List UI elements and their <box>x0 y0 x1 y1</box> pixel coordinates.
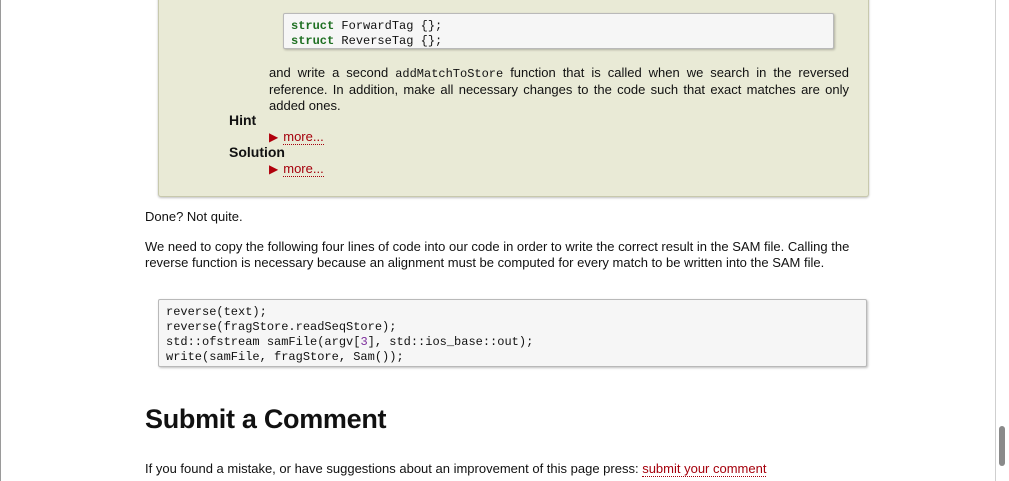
submit-comment-link[interactable]: submit your comment <box>642 461 767 477</box>
solution-label: Solution <box>229 144 285 160</box>
code-line: reverse(fragStore.readSeqStore); <box>166 320 397 334</box>
triangle-right-icon: ▶ <box>269 130 279 144</box>
code-line: std::ofstream samFile(argv[3], std::ios_… <box>166 335 534 349</box>
scrollbar-thumb[interactable] <box>999 426 1005 466</box>
solution-more-link[interactable]: ▶ more... <box>269 161 324 177</box>
tag-code-block: struct ForwardTag {}; struct ReverseTag … <box>283 13 834 49</box>
inline-code: addMatchToStore <box>395 67 504 81</box>
assignment-box: struct ForwardTag {}; struct ReverseTag … <box>158 0 869 197</box>
code-line: write(samFile, fragStore, Sam()); <box>166 350 404 364</box>
window-right-border <box>995 0 996 481</box>
code-line: struct ForwardTag {}; <box>291 19 443 33</box>
comment-text: If you found a mistake, or have suggesti… <box>145 461 767 477</box>
window-left-border <box>0 0 1 481</box>
triangle-right-icon: ▶ <box>269 162 279 176</box>
submit-comment-heading: Submit a Comment <box>145 404 387 434</box>
assignment-paragraph: and write a second addMatchToStore funct… <box>269 65 850 113</box>
done-text: Done? Not quite. <box>145 209 243 224</box>
code-line: reverse(text); <box>166 305 267 319</box>
body-paragraph: We need to copy the following four lines… <box>145 239 850 270</box>
code-line: struct ReverseTag {}; <box>291 34 443 48</box>
hint-label: Hint <box>229 112 257 128</box>
hint-more-link[interactable]: ▶ more... <box>269 129 324 145</box>
sam-code-block: reverse(text); reverse(fragStore.readSeq… <box>158 299 867 367</box>
